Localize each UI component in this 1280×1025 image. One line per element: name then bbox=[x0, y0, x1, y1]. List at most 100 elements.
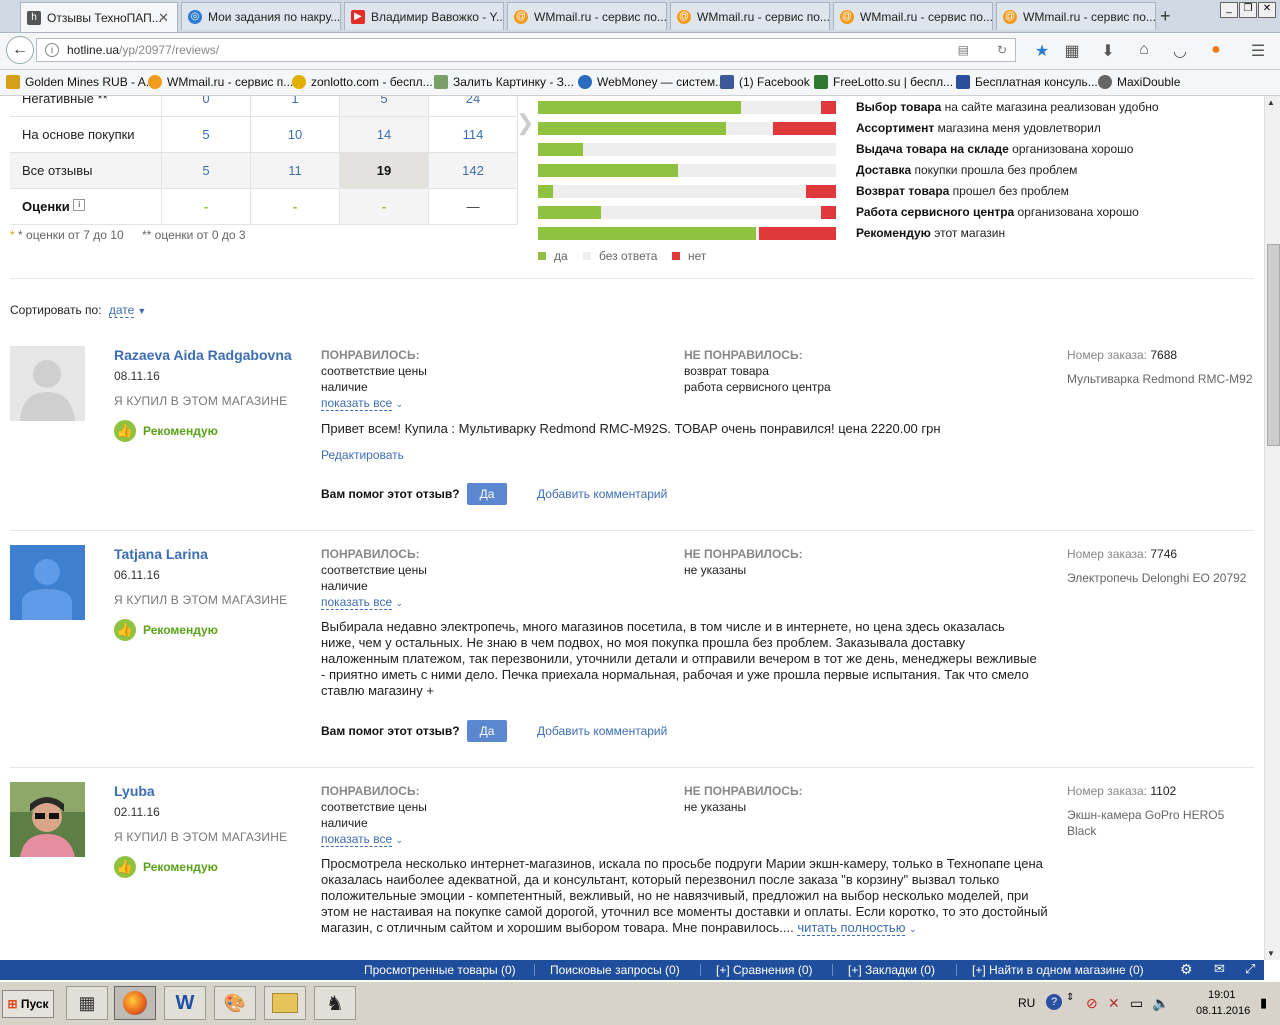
chevron-right-icon[interactable]: ❯ bbox=[516, 110, 534, 136]
mail-icon[interactable]: ✉ bbox=[1214, 961, 1225, 977]
bookmarks-list-icon[interactable]: ▦ bbox=[1062, 41, 1082, 61]
stats-cell[interactable]: 24 bbox=[428, 96, 518, 117]
monitor-icon[interactable]: ▭ bbox=[1130, 995, 1143, 1012]
language-indicator[interactable]: RU bbox=[1018, 996, 1035, 1010]
liked-item: наличие bbox=[321, 816, 368, 830]
reload-icon[interactable]: ↻ bbox=[997, 39, 1007, 61]
antivirus-icon[interactable]: ⊘ bbox=[1086, 995, 1098, 1012]
stats-cell[interactable]: 11 bbox=[250, 152, 340, 189]
info-icon[interactable]: i bbox=[45, 43, 59, 57]
chevron-down-icon[interactable]: ⌄ bbox=[909, 924, 917, 934]
close-icon[interactable]: ✕ bbox=[158, 10, 169, 26]
tab-wmmail-2[interactable]: @ WMmail.ru - сервис по... bbox=[670, 2, 830, 30]
scroll-thumb[interactable] bbox=[1267, 244, 1280, 446]
back-arrow-icon[interactable]: ← bbox=[6, 36, 34, 64]
new-tab-plus-icon[interactable]: + bbox=[1160, 6, 1171, 27]
stats-cell[interactable]: 114 bbox=[428, 116, 518, 153]
window-controls: _ ❐ ✕ bbox=[1220, 2, 1276, 18]
network-icon[interactable]: ✕ bbox=[1108, 995, 1120, 1012]
product-link[interactable]: Мультиварка Redmond RMC-M92 bbox=[1067, 371, 1257, 387]
info-icon[interactable]: i bbox=[73, 199, 86, 211]
start-button[interactable]: ⊞ Пуск bbox=[2, 990, 54, 1018]
tab-hotline-reviews[interactable]: h Отзывы ТехноПАП... ✕ bbox=[20, 2, 178, 32]
bookmarks-link[interactable]: [+] Закладки (0) bbox=[848, 963, 935, 977]
stats-cell[interactable]: 142 bbox=[428, 152, 518, 189]
stats-cell[interactable]: 14 bbox=[339, 116, 429, 153]
bookmark-consult[interactable]: Бесплатная консуль... bbox=[956, 75, 1098, 89]
sync-icon[interactable]: ● bbox=[1206, 41, 1226, 59]
add-comment-link[interactable]: Добавить комментарий bbox=[537, 724, 667, 738]
helpful-yes-button[interactable]: Да bbox=[467, 483, 507, 505]
clock-date[interactable]: 08.11.2016 bbox=[1196, 1005, 1250, 1017]
reader-view-icon[interactable]: ▤ bbox=[958, 39, 969, 61]
bookmark-zonlotto[interactable]: zonlotto.com - беспл... bbox=[292, 75, 433, 89]
stats-cell[interactable]: 10 bbox=[250, 116, 340, 153]
bookmark-facebook[interactable]: (1) Facebook bbox=[720, 75, 810, 89]
restore-icon[interactable]: ❐ bbox=[1239, 2, 1257, 18]
rating-label: Возврат товара прошел без проблем bbox=[856, 184, 1069, 198]
stats-cell[interactable]: 5 bbox=[339, 96, 429, 117]
bookmark-freelotto[interactable]: FreeLotto.su | беспл... bbox=[814, 75, 953, 89]
product-link[interactable]: Экшн-камера GoPro HERO5 Black bbox=[1067, 807, 1247, 839]
reviewer-name[interactable]: Lyuba bbox=[114, 783, 155, 799]
show-all-link[interactable]: показать все ⌄ bbox=[321, 396, 403, 411]
taskbar-calculator[interactable]: ▦ bbox=[66, 986, 108, 1020]
caret-down-icon[interactable]: ▼ bbox=[137, 306, 146, 316]
stats-cell[interactable]: 0 bbox=[161, 96, 251, 117]
bookmark-upload-image[interactable]: Залить Картинку - З... bbox=[434, 75, 574, 89]
gear-icon[interactable]: ⚙ bbox=[1180, 961, 1193, 978]
footnote-positive: * * оценки от 7 до 10 bbox=[10, 228, 124, 242]
reviewer-name[interactable]: Razaeva Aida Radgabovna bbox=[114, 347, 292, 363]
search-queries-link[interactable]: Поисковые запросы (0) bbox=[550, 963, 680, 977]
bookmark-wmmail[interactable]: WMmail.ru - сервис п... bbox=[148, 75, 293, 89]
tray-chevron-icon[interactable]: ⇕ bbox=[1066, 992, 1074, 1003]
bookmark-webmoney[interactable]: WebMoney — систем... bbox=[578, 75, 725, 89]
comparisons-link[interactable]: [+] Сравнения (0) bbox=[716, 963, 813, 977]
menu-hamburger-icon[interactable]: ☰ bbox=[1248, 41, 1268, 61]
scroll-up-icon[interactable]: ▲ bbox=[1267, 98, 1275, 107]
tab-wmmail-1[interactable]: @ WMmail.ru - сервис по... bbox=[507, 2, 667, 30]
clock-time[interactable]: 19:01 bbox=[1208, 989, 1236, 1001]
taskbar-counter-strike[interactable]: ♞ bbox=[314, 986, 356, 1020]
bookmark-maxidouble[interactable]: MaxiDouble bbox=[1098, 75, 1180, 89]
taskbar-firefox[interactable] bbox=[114, 986, 156, 1020]
minimize-icon[interactable]: _ bbox=[1220, 2, 1238, 18]
stats-cell[interactable]: 5 bbox=[161, 152, 251, 189]
taskbar-paint[interactable]: 🎨 bbox=[214, 986, 256, 1020]
stats-cell-selected[interactable]: 19 bbox=[339, 152, 429, 189]
download-icon[interactable]: ⬇ bbox=[1098, 41, 1118, 61]
bookmark-star-icon[interactable]: ★ bbox=[1032, 41, 1052, 61]
add-comment-link[interactable]: Добавить комментарий bbox=[537, 487, 667, 501]
home-icon[interactable]: ⌂ bbox=[1134, 41, 1154, 59]
scroll-down-icon[interactable]: ▼ bbox=[1267, 949, 1275, 958]
bookmark-golden-mines[interactable]: Golden Mines RUB - A... bbox=[6, 75, 156, 89]
volume-icon[interactable]: 🔈 bbox=[1152, 995, 1169, 1012]
show-all-link[interactable]: показать все ⌄ bbox=[321, 595, 403, 610]
show-all-link[interactable]: показать все ⌄ bbox=[321, 832, 404, 847]
tab-wmmail-4[interactable]: @ WMmail.ru - сервис по... bbox=[996, 2, 1156, 30]
viewed-products-link[interactable]: Просмотренные товары (0) bbox=[364, 963, 516, 977]
reviewer-name[interactable]: Tatjana Larina bbox=[114, 546, 208, 562]
help-icon[interactable]: ? bbox=[1046, 994, 1062, 1010]
tab-tasks[interactable]: ◎ Мои задания по накру... bbox=[181, 2, 341, 30]
taskbar-word[interactable]: W bbox=[164, 986, 206, 1020]
find-in-one-shop-link[interactable]: [+] Найти в одном магазине (0) bbox=[972, 963, 1144, 977]
edit-link[interactable]: Редактировать bbox=[321, 448, 404, 462]
vertical-scrollbar[interactable]: ▲ ▼ bbox=[1264, 96, 1280, 960]
sort-dropdown[interactable]: дате bbox=[108, 303, 135, 318]
pocket-icon[interactable]: ◡ bbox=[1170, 41, 1190, 61]
chevron-down-icon: ⌄ bbox=[395, 835, 404, 845]
show-desktop-icon[interactable]: ▮ bbox=[1260, 995, 1267, 1011]
helpful-yes-button[interactable]: Да bbox=[467, 720, 507, 742]
read-more-link[interactable]: читать полностью bbox=[797, 920, 906, 936]
taskbar-explorer[interactable] bbox=[264, 986, 306, 1020]
tab-youtube[interactable]: ▶ Владимир Вавожко - Y... bbox=[344, 2, 504, 30]
stats-row-label: Оценки i bbox=[10, 188, 162, 225]
stats-cell[interactable]: 5 bbox=[161, 116, 251, 153]
url-bar[interactable]: i hotline.ua/yp/20977/reviews/ ▤ ↻ bbox=[36, 38, 1016, 62]
expand-icon[interactable]: ⤢ bbox=[1245, 961, 1255, 977]
stats-cell[interactable]: 1 bbox=[250, 96, 340, 117]
window-close-icon[interactable]: ✕ bbox=[1258, 2, 1276, 18]
product-link[interactable]: Электропечь Delonghi EO 20792 bbox=[1067, 570, 1257, 586]
tab-wmmail-3[interactable]: @ WMmail.ru - сервис по... bbox=[833, 2, 993, 30]
